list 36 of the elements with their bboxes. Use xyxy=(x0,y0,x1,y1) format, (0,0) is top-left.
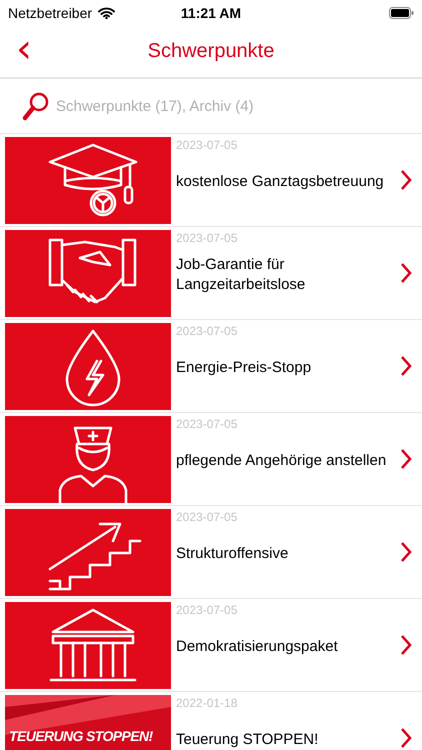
list-item[interactable]: 2023-07-05 kostenlose Ganztagsbetreuung xyxy=(0,134,422,227)
wifi-icon xyxy=(98,6,116,18)
back-button[interactable]: ‹ xyxy=(10,31,38,67)
item-date: 2022-01-18 xyxy=(176,696,238,710)
chevron-right-icon xyxy=(400,262,412,284)
battery-icon xyxy=(389,6,414,18)
list-item[interactable]: 2023-07-05 Demokratisierungspaket xyxy=(0,599,422,692)
item-date: 2023-07-05 xyxy=(176,324,238,338)
list-item[interactable]: 2023-07-05 Job-Garantie für Langzeitarbeitslose xyxy=(0,227,422,320)
item-title: Job-Garantie für Langzeitarbeitslose xyxy=(176,255,306,295)
item-title: Energie-Preis-Stopp xyxy=(176,358,312,378)
list-item[interactable]: 2023-07-05 pflegende Angehörige anstellen xyxy=(0,413,422,506)
page-title: Schwerpunkte xyxy=(148,40,274,62)
item-title: Demokratisierungspaket xyxy=(176,637,338,657)
chevron-right-icon xyxy=(400,634,412,656)
search-icon xyxy=(22,91,50,121)
list-item[interactable]: TEUERUNG STOPPEN! 2022-01-18 Teuerung STOPPEN! xyxy=(0,692,422,750)
item-title: Teuerung STOPPEN! xyxy=(176,730,318,750)
list-item[interactable]: 2023-07-05 Strukturoffensive xyxy=(0,506,422,599)
item-date: 2023-07-05 xyxy=(176,417,238,431)
item-date: 2023-07-05 xyxy=(176,231,238,245)
item-title: kostenlose Ganztagsbetreuung xyxy=(176,172,384,192)
item-title: pflegende Angehörige anstellen xyxy=(176,451,386,471)
chevron-right-icon xyxy=(400,169,412,191)
item-date: 2023-07-05 xyxy=(176,138,238,152)
item-title: Strukturoffensive xyxy=(176,544,288,564)
chevron-right-icon xyxy=(400,448,412,470)
chevron-right-icon xyxy=(400,355,412,377)
list-item[interactable]: 2023-07-05 Energie-Preis-Stopp xyxy=(0,320,422,413)
carrier-name: Netzbetreiber xyxy=(8,4,92,20)
chevron-right-icon xyxy=(400,541,412,563)
item-date: 2023-07-05 xyxy=(176,603,238,617)
item-date: 2023-07-05 xyxy=(176,510,238,524)
status-time: 11:21 AM xyxy=(180,4,242,20)
banner-text: TEUERUNG STOPPEN! xyxy=(9,728,153,744)
chevron-right-icon xyxy=(400,727,412,749)
